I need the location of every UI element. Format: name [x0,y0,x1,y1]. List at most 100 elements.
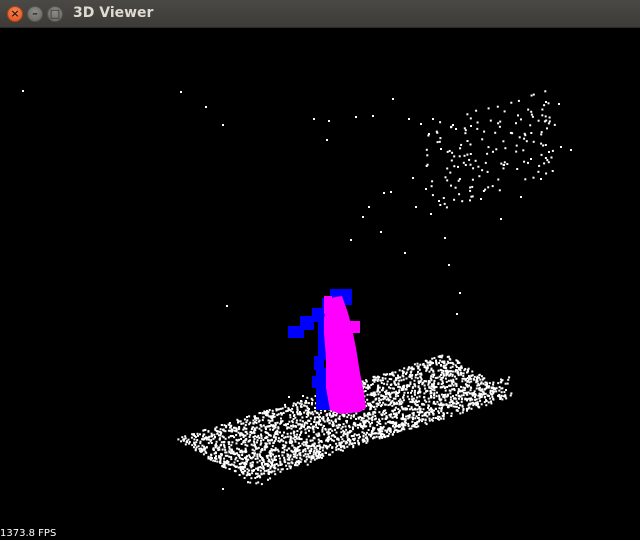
cloud-point [241,434,244,436]
cloud-point [470,402,473,405]
cloud-point [389,403,391,406]
cloud-point [366,393,369,396]
cloud-point [532,176,535,179]
cloud-point [332,439,335,442]
cloud-point [235,456,238,459]
cloud-point [258,427,261,430]
cloud-point [312,431,315,434]
cloud-point [342,434,345,437]
cloud-point [256,455,259,458]
cloud-point [370,384,373,386]
cloud-point [300,425,303,428]
cloud-point [510,101,513,104]
cloud-point [423,392,426,395]
cloud-point [230,456,233,459]
cloud-point [303,425,305,428]
cloud-point [237,428,240,431]
maximize-button[interactable]: □ [47,6,63,22]
cloud-point [471,370,474,373]
cloud-point [418,419,421,421]
cloud-point [238,454,241,457]
cloud-point [305,455,308,458]
cloud-point [258,437,261,439]
cloud-point [429,364,432,367]
cloud-point [272,436,275,439]
cloud-point [455,394,458,397]
cloud-point [466,371,468,374]
cloud-point [257,434,260,437]
cloud-point [498,394,501,396]
cloud-point [329,428,332,431]
cloud-point [249,464,252,467]
cloud-point [283,431,285,434]
cloud-point [237,431,240,434]
cloud-point [545,101,547,103]
point-cloud-scene[interactable] [0,28,640,540]
minimize-button[interactable]: – [27,6,43,22]
cloud-point [391,433,394,436]
cloud-point [530,110,533,113]
close-button[interactable]: × [7,6,23,22]
3d-viewport[interactable]: 1373.8 FPS [0,28,640,540]
cloud-point [436,141,439,144]
cloud-point [413,379,416,382]
cloud-point [394,379,397,382]
cloud-point [290,442,293,444]
cloud-point [304,450,307,453]
cloud-point [207,455,210,458]
cloud-point [440,377,443,380]
cloud-point [464,397,467,400]
cloud-point [461,377,464,380]
cloud-point [352,415,355,418]
cloud-point [286,455,289,458]
cloud-point [184,443,187,446]
cloud-point [255,441,258,444]
cloud-point [215,457,218,460]
cloud-point [425,390,428,393]
cloud-point [231,435,234,437]
cloud-point [184,435,187,438]
cloud-point [455,385,458,387]
cloud-point [267,419,270,422]
cloud-point [371,430,374,433]
cloud-point [400,402,403,405]
cloud-point [254,429,257,432]
cloud-point [203,433,206,436]
cloud-point [292,432,295,435]
cloud-point [214,436,216,438]
cloud-point [442,361,444,364]
cloud-point [550,156,553,159]
cloud-point [414,407,416,410]
cloud-point [346,416,349,419]
cloud-point [289,432,292,435]
cloud-point [392,98,394,100]
cloud-point [239,465,242,468]
cloud-point [273,440,276,443]
cloud-point [417,367,420,370]
cloud-point [292,411,294,414]
cloud-point [382,395,385,398]
cloud-point [454,375,456,378]
cloud-point [490,393,493,396]
cloud-point [454,397,457,400]
cloud-point [326,414,329,417]
cloud-point [312,413,315,416]
cloud-point [396,402,399,405]
title-bar[interactable]: × – □ 3D Viewer [0,0,640,28]
cloud-point [238,438,240,441]
cloud-point [374,408,377,411]
cloud-point [477,387,480,390]
cloud-point [435,359,437,362]
cloud-point [452,378,455,381]
cloud-point [442,415,445,418]
cloud-point [428,411,431,414]
cloud-point [439,368,442,371]
cloud-point [269,428,272,431]
cloud-point [401,427,404,430]
cloud-point [477,406,480,409]
cloud-point [308,408,310,410]
cloud-point [498,189,501,192]
cloud-point [231,429,234,431]
cloud-point [500,391,503,394]
cloud-point [304,441,307,444]
